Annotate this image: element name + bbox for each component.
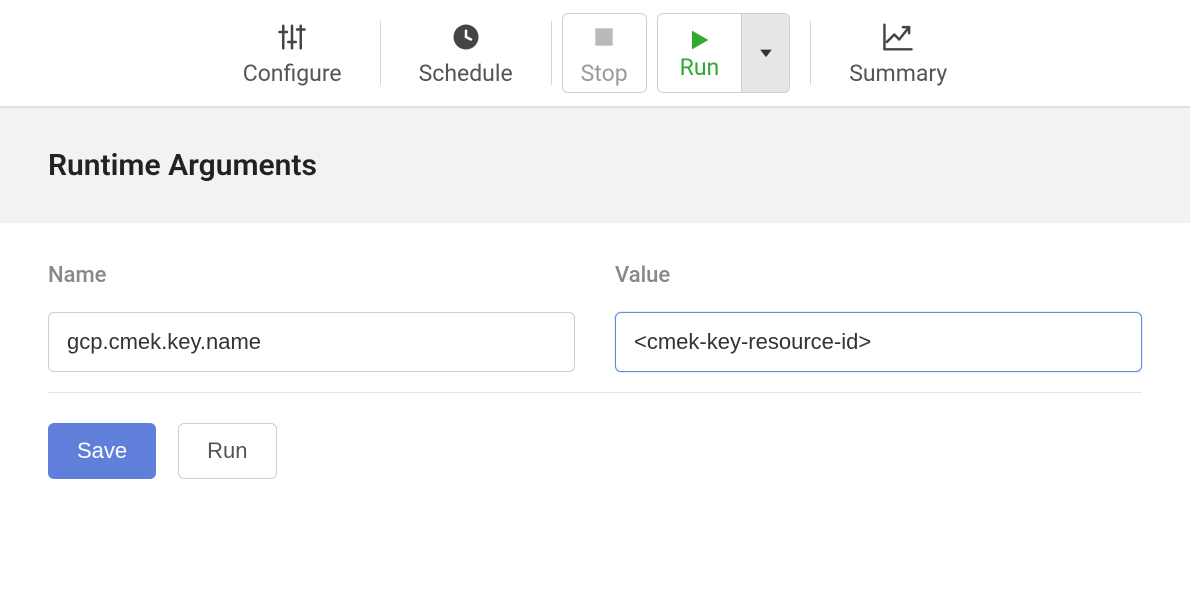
- stop-button[interactable]: Stop: [562, 13, 647, 93]
- toolbar-separator: [551, 21, 552, 85]
- chevron-down-icon: [756, 43, 776, 63]
- save-button[interactable]: Save: [48, 423, 156, 479]
- runtime-arguments-form: Name Value Save Run: [0, 223, 1190, 499]
- run-label: Run: [680, 54, 720, 81]
- clock-icon: [451, 20, 481, 54]
- run-form-button[interactable]: Run: [178, 423, 276, 479]
- section-title: Runtime Arguments: [48, 148, 1142, 183]
- form-actions: Save Run: [48, 423, 1142, 479]
- chart-line-icon: [882, 20, 914, 54]
- run-button[interactable]: Run: [658, 14, 742, 92]
- run-button-group: Run: [657, 13, 791, 93]
- play-icon: [685, 26, 713, 54]
- summary-button[interactable]: Summary: [821, 20, 975, 87]
- name-column: Name: [48, 263, 575, 372]
- toolbar-separator: [810, 21, 811, 85]
- configure-button[interactable]: Configure: [215, 20, 370, 87]
- stop-label: Stop: [581, 60, 628, 87]
- summary-label: Summary: [849, 60, 947, 87]
- sliders-icon: [277, 20, 307, 54]
- value-column-label: Value: [615, 263, 1142, 288]
- schedule-label: Schedule: [419, 60, 513, 87]
- stop-icon: [591, 20, 617, 54]
- value-column: Value: [615, 263, 1142, 372]
- toolbar: Configure Schedule Stop R: [0, 0, 1190, 108]
- argument-value-input[interactable]: [615, 312, 1142, 372]
- argument-row: Name Value: [48, 263, 1142, 372]
- form-divider: [48, 392, 1142, 393]
- run-dropdown-toggle[interactable]: [741, 14, 789, 92]
- argument-name-input[interactable]: [48, 312, 575, 372]
- toolbar-separator: [380, 21, 381, 85]
- configure-label: Configure: [243, 60, 342, 87]
- schedule-button[interactable]: Schedule: [391, 20, 541, 87]
- section-header: Runtime Arguments: [0, 108, 1190, 223]
- name-column-label: Name: [48, 263, 575, 288]
